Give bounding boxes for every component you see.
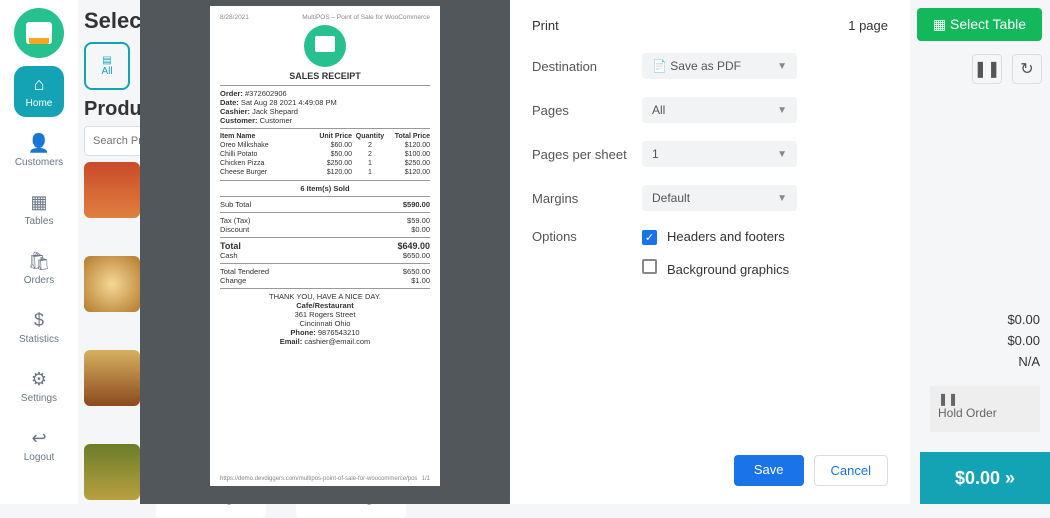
product-thumb[interactable] <box>84 350 140 406</box>
nav-label: Settings <box>21 393 57 404</box>
receipt-paper: 8/28/2021MultiPOS – Point of Sale for Wo… <box>210 6 440 486</box>
margins-select[interactable]: Default▼ <box>642 185 797 211</box>
home-icon: ⌂ <box>29 74 49 94</box>
items-sold: 6 Item(s) Sold <box>220 184 430 193</box>
app-logo <box>14 8 64 58</box>
hold-order-button[interactable]: ❚❚Hold Order <box>930 386 1040 432</box>
order-totals: $0.00 $0.00 N/A <box>1007 310 1040 372</box>
print-preview: 8/28/2021MultiPOS – Point of Sale for Wo… <box>140 0 510 504</box>
sidebar: ⌂ Home 👤 Customers ▦ Tables 🛍 Orders $ Statis… <box>0 0 78 504</box>
table-row: Chicken Pizza$250.001$250.00 <box>220 159 430 168</box>
nav-orders[interactable]: 🛍 Orders <box>14 243 64 294</box>
page-count: 1 page <box>848 18 888 33</box>
receipt-title: SALES RECEIPT <box>220 71 430 81</box>
chevron-down-icon: ▼ <box>777 149 787 160</box>
nav-logout[interactable]: ↩ Logout <box>14 420 64 471</box>
destination-label: Destination <box>532 59 642 74</box>
cancel-button[interactable]: Cancel <box>814 455 888 486</box>
product-thumb[interactable] <box>84 162 140 218</box>
statistics-icon: $ <box>29 310 49 330</box>
pps-select[interactable]: 1▼ <box>642 141 797 167</box>
print-title: Print <box>532 18 559 33</box>
headers-checkbox[interactable]: ✓ <box>642 230 657 245</box>
chevron-down-icon: ▼ <box>777 61 787 72</box>
logout-icon: ↩ <box>29 428 49 448</box>
total-line: N/A <box>1007 352 1040 373</box>
print-controls: Print 1 page Destination📄 Save as PDF▼ Pa… <box>510 0 910 504</box>
table-row: Oreo Milkshake$60.002$120.00 <box>220 141 430 150</box>
pages-select[interactable]: All▼ <box>642 97 797 123</box>
background-checkbox[interactable] <box>642 259 657 274</box>
filter-label: All <box>101 66 112 77</box>
destination-select[interactable]: 📄 Save as PDF▼ <box>642 53 797 79</box>
print-dialog: 8/28/2021MultiPOS – Point of Sale for Wo… <box>140 0 910 504</box>
nav-label: Statistics <box>19 334 59 345</box>
nav-statistics[interactable]: $ Statistics <box>14 302 64 353</box>
chevron-down-icon: ▼ <box>777 193 787 204</box>
nav-label: Customers <box>15 157 63 168</box>
filter-all[interactable]: ▤All <box>84 42 130 90</box>
customers-icon: 👤 <box>29 133 49 153</box>
options-label: Options <box>532 229 642 244</box>
product-thumb[interactable] <box>84 256 140 312</box>
total-line: $0.00 <box>1007 310 1040 331</box>
tables-icon: ▦ <box>29 192 49 212</box>
product-thumb[interactable] <box>84 444 140 500</box>
pps-label: Pages per sheet <box>532 147 642 162</box>
table-row: Chilli Potato$50.002$100.00 <box>220 150 430 159</box>
total-line: $0.00 <box>1007 331 1040 352</box>
nav-label: Logout <box>24 452 55 463</box>
select-table-button[interactable]: ▦ Select Table <box>917 8 1042 41</box>
nav-home[interactable]: ⌂ Home <box>14 66 64 117</box>
table-row: Cheese Burger$120.001$120.00 <box>220 168 430 177</box>
nav-settings[interactable]: ⚙ Settings <box>14 361 64 412</box>
chevron-down-icon: ▼ <box>777 105 787 116</box>
nav-customers[interactable]: 👤 Customers <box>14 125 64 176</box>
nav-label: Orders <box>24 275 55 286</box>
pages-label: Pages <box>532 103 642 118</box>
nav-label: Tables <box>25 216 54 227</box>
checkout-button[interactable]: $0.00 » <box>920 452 1050 504</box>
nav-label: Home <box>26 98 53 109</box>
filter-icon: ▤ <box>102 55 111 66</box>
receipt-items-table: Item NameUnit PriceQuantityTotal Price O… <box>220 132 430 177</box>
pause-button[interactable]: ❚❚ <box>972 54 1002 84</box>
orders-icon: 🛍 <box>29 251 49 271</box>
settings-icon: ⚙ <box>29 369 49 389</box>
nav-tables[interactable]: ▦ Tables <box>14 184 64 235</box>
receipt-logo <box>304 25 346 67</box>
refresh-button[interactable]: ↻ <box>1012 54 1042 84</box>
margins-label: Margins <box>532 191 642 206</box>
save-button[interactable]: Save <box>734 455 804 486</box>
headers-label: Headers and footers <box>667 229 785 244</box>
background-label: Background graphics <box>667 262 789 277</box>
